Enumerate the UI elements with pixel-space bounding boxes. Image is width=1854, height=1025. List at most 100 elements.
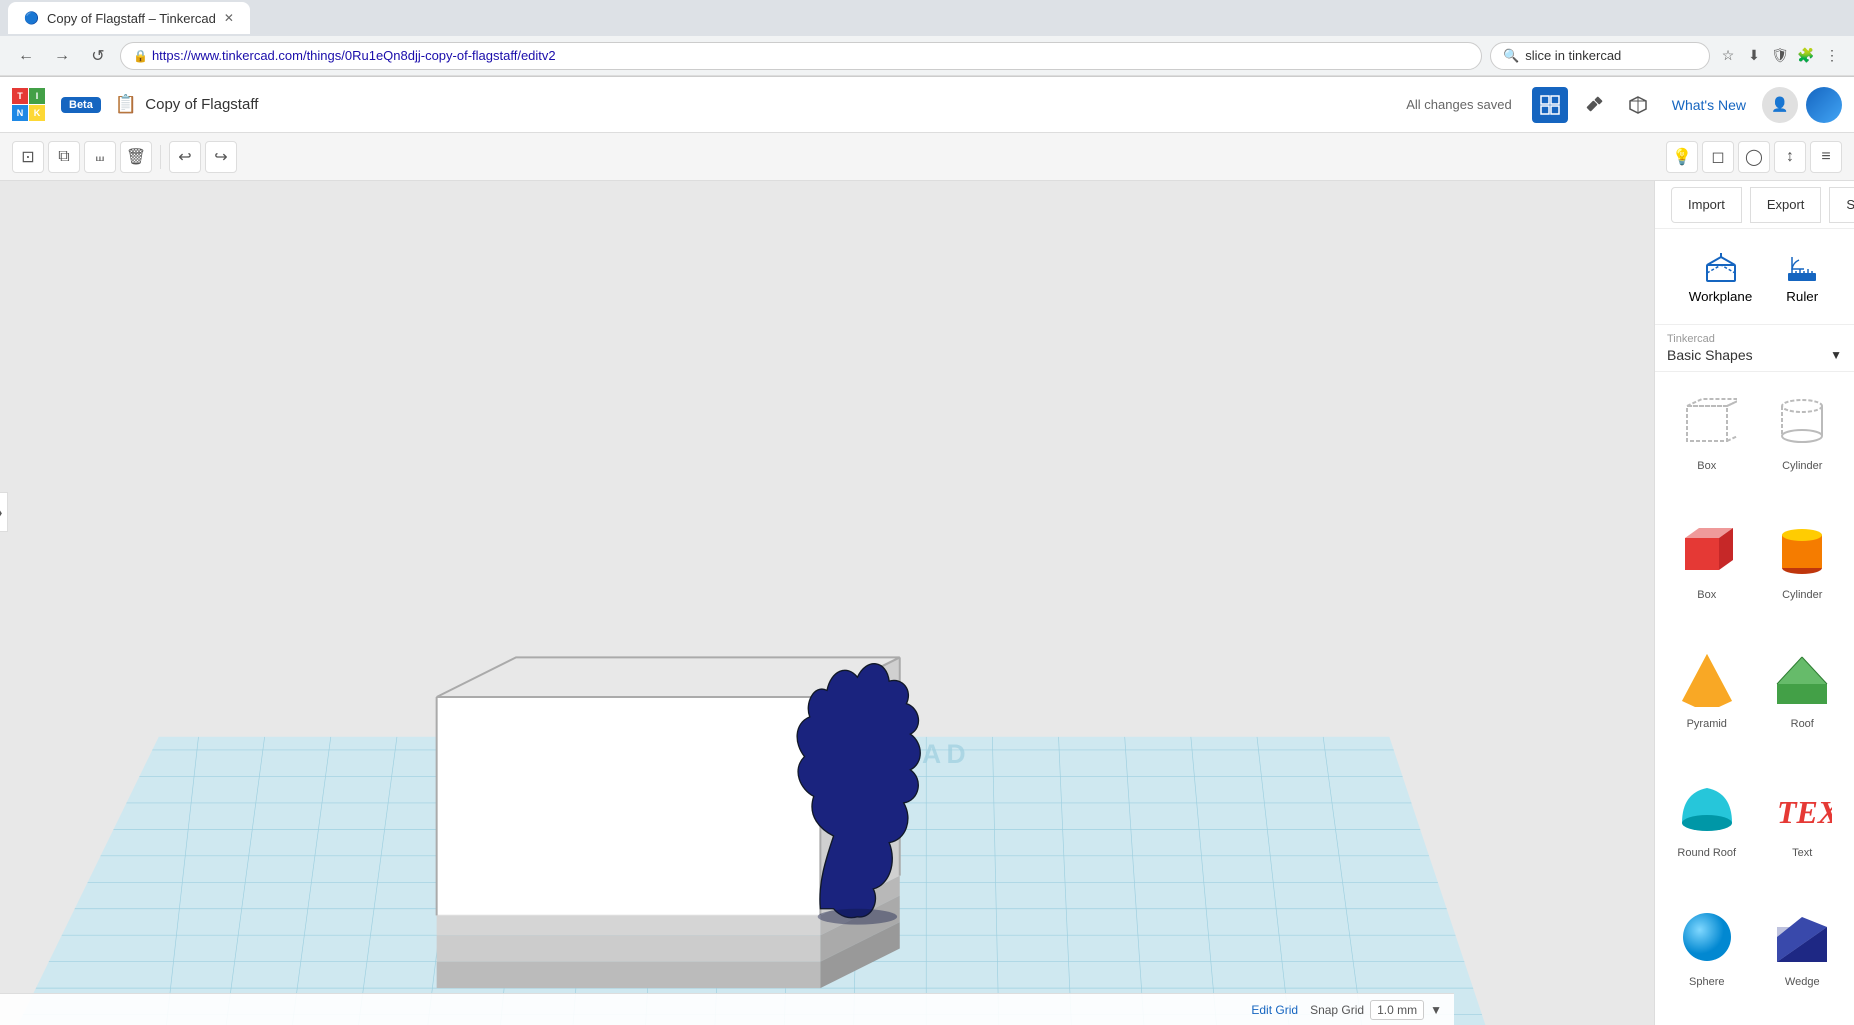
toolbar-divider bbox=[160, 145, 161, 169]
sphere-icon bbox=[1672, 902, 1742, 972]
edit-toolbar: ⊡ ⧉ ⧢ 🗑 ↩ ↪ 💡 ◻ ◯ ↕ ≡ bbox=[0, 133, 1854, 181]
view-front-btn[interactable]: ◻ bbox=[1702, 141, 1734, 173]
tab-bar: 🔵 Copy of Flagstaff – Tinkercad ✕ bbox=[0, 0, 1854, 36]
grid-view-btn[interactable] bbox=[1532, 87, 1568, 123]
shape-round-roof[interactable]: Round Roof bbox=[1663, 767, 1751, 888]
shapes-category: Tinkercad bbox=[1667, 333, 1842, 345]
refresh-btn[interactable]: ↺ bbox=[84, 42, 112, 70]
pyramid-icon bbox=[1672, 644, 1742, 714]
logo-t: T bbox=[12, 88, 28, 104]
app: T I N K Beta 📋 Copy of Flagstaff All cha… bbox=[0, 77, 1854, 1025]
whats-new-btn[interactable]: What's New bbox=[1664, 93, 1754, 117]
svg-text:TEXT: TEXT bbox=[1777, 794, 1832, 830]
light-btn[interactable]: 💡 bbox=[1666, 141, 1698, 173]
duplicate-btn[interactable]: ⧉ bbox=[48, 141, 80, 173]
cylinder-solid-icon bbox=[1767, 515, 1837, 585]
pyramid-label: Pyramid bbox=[1687, 718, 1727, 730]
shape-text[interactable]: TEXT Text bbox=[1759, 767, 1847, 888]
tab-title: Copy of Flagstaff – Tinkercad bbox=[47, 11, 216, 26]
round-roof-label: Round Roof bbox=[1677, 847, 1736, 859]
beta-badge: Beta bbox=[61, 97, 101, 113]
text-shape-icon: TEXT bbox=[1767, 773, 1837, 843]
download-icon[interactable]: ⬇ bbox=[1744, 46, 1764, 66]
align-btn[interactable]: ↕ bbox=[1774, 141, 1806, 173]
canvas-area[interactable]: 📄 BACK ⌂ ↻ ＋ － ↺ bbox=[0, 181, 1654, 1025]
snap-value[interactable]: 1.0 mm bbox=[1370, 1000, 1424, 1020]
workplane-btn[interactable]: Workplane bbox=[1677, 241, 1764, 312]
ruler-btn[interactable]: Ruler bbox=[1772, 241, 1832, 312]
shapes-dropdown-icon[interactable]: ▼ bbox=[1830, 348, 1842, 362]
delete-btn[interactable]: 🗑 bbox=[120, 141, 152, 173]
sphere-label: Sphere bbox=[1689, 976, 1724, 988]
logo-k: K bbox=[29, 105, 45, 121]
select-all-btn[interactable]: ⊡ bbox=[12, 141, 44, 173]
logo-i: I bbox=[29, 88, 45, 104]
browser-icons: ☆ ⬇ 🛡 🧩 ⋮ bbox=[1718, 46, 1842, 66]
edit-toolbar-right: 💡 ◻ ◯ ↕ ≡ bbox=[1666, 141, 1842, 173]
import-btn[interactable]: Import bbox=[1671, 187, 1742, 223]
3d-viewport: TINKERCAD bbox=[0, 181, 1654, 1025]
saved-status: All changes saved bbox=[1406, 97, 1512, 112]
search-input[interactable]: 🔍 slice in tinkercad bbox=[1490, 42, 1710, 70]
snap-grid-label: Snap Grid bbox=[1310, 1003, 1364, 1017]
wedge-label: Wedge bbox=[1785, 976, 1820, 988]
snap-dropdown-icon[interactable]: ▼ bbox=[1430, 1003, 1442, 1017]
bottom-bar: Edit Grid Snap Grid 1.0 mm ▼ bbox=[0, 993, 1454, 1025]
doc-title[interactable]: Copy of Flagstaff bbox=[145, 96, 258, 113]
shape-box-wireframe[interactable]: Box bbox=[1663, 380, 1751, 501]
shape-cylinder-wireframe[interactable]: Cylinder bbox=[1759, 380, 1847, 501]
url-input[interactable]: 🔒 https://www.tinkercad.com/things/0Ru1e… bbox=[120, 42, 1482, 70]
shape-pyramid[interactable]: Pyramid bbox=[1663, 638, 1751, 759]
shapes-title: Basic Shapes ▼ bbox=[1667, 347, 1842, 363]
cylinder-solid-label: Cylinder bbox=[1782, 589, 1822, 601]
cube-icon bbox=[1628, 95, 1648, 115]
user-avatar[interactable] bbox=[1806, 87, 1842, 123]
share-btn[interactable]: Share bbox=[1829, 187, 1854, 223]
browser-tab[interactable]: 🔵 Copy of Flagstaff – Tinkercad ✕ bbox=[8, 2, 250, 34]
tab-close-btn[interactable]: ✕ bbox=[224, 11, 234, 25]
import-export-bar: Import Export Share bbox=[1655, 181, 1854, 229]
menu-icon[interactable]: ⋮ bbox=[1822, 46, 1842, 66]
hammer-icon bbox=[1584, 95, 1604, 115]
cylinder-wireframe-label: Cylinder bbox=[1782, 460, 1822, 472]
forward-nav-btn[interactable]: → bbox=[48, 42, 76, 70]
ext-icon[interactable]: 🧩 bbox=[1796, 46, 1816, 66]
main-content: 📄 BACK ⌂ ↻ ＋ － ↺ bbox=[0, 181, 1854, 1025]
shape-cylinder-solid[interactable]: Cylinder bbox=[1759, 509, 1847, 630]
mirror-btn[interactable]: ≡ bbox=[1810, 141, 1842, 173]
panel-tools: Workplane R bbox=[1655, 229, 1854, 324]
main-toolbar: T I N K Beta 📋 Copy of Flagstaff All cha… bbox=[0, 77, 1854, 133]
right-panel: Import Export Share Workplane bbox=[1654, 181, 1854, 1025]
round-roof-icon bbox=[1672, 773, 1742, 843]
shape-box-solid[interactable]: Box bbox=[1663, 509, 1751, 630]
undo-btn[interactable]: ↩ bbox=[169, 141, 201, 173]
export-btn[interactable]: Export bbox=[1750, 187, 1822, 223]
shapes-grid: Box Cylinder bbox=[1655, 372, 1854, 1025]
star-icon[interactable]: ☆ bbox=[1718, 46, 1738, 66]
hammer-btn[interactable] bbox=[1576, 87, 1612, 123]
view-persp-btn[interactable]: ◯ bbox=[1738, 141, 1770, 173]
shape-roof[interactable]: Roof bbox=[1759, 638, 1847, 759]
box-wireframe-icon bbox=[1672, 386, 1742, 456]
grid-icon bbox=[1540, 95, 1560, 115]
shape-sphere[interactable]: Sphere bbox=[1663, 896, 1751, 1017]
user-icon[interactable]: 👤 bbox=[1762, 87, 1798, 123]
shield-icon[interactable]: 🛡 bbox=[1770, 46, 1790, 66]
ruler-label: Ruler bbox=[1786, 289, 1818, 304]
logo-n: N bbox=[12, 105, 28, 121]
redo-btn[interactable]: ↪ bbox=[205, 141, 237, 173]
workplane-label: Workplane bbox=[1689, 289, 1752, 304]
box-solid-label: Box bbox=[1697, 589, 1716, 601]
shapes-header: Tinkercad Basic Shapes ▼ bbox=[1655, 324, 1854, 372]
shape-wedge[interactable]: Wedge bbox=[1759, 896, 1847, 1017]
tinkercad-logo: T I N K bbox=[12, 88, 45, 121]
back-nav-btn[interactable]: ← bbox=[12, 42, 40, 70]
workplane-icon bbox=[1703, 249, 1739, 285]
edit-grid-label[interactable]: Edit Grid bbox=[1251, 1003, 1298, 1017]
cube-btn[interactable] bbox=[1620, 87, 1656, 123]
roof-label: Roof bbox=[1791, 718, 1814, 730]
browser-chrome: 🔵 Copy of Flagstaff – Tinkercad ✕ ← → ↺ … bbox=[0, 0, 1854, 77]
cylinder-wireframe-icon bbox=[1767, 386, 1837, 456]
group-btn[interactable]: ⧢ bbox=[84, 141, 116, 173]
box-solid-icon bbox=[1672, 515, 1742, 585]
